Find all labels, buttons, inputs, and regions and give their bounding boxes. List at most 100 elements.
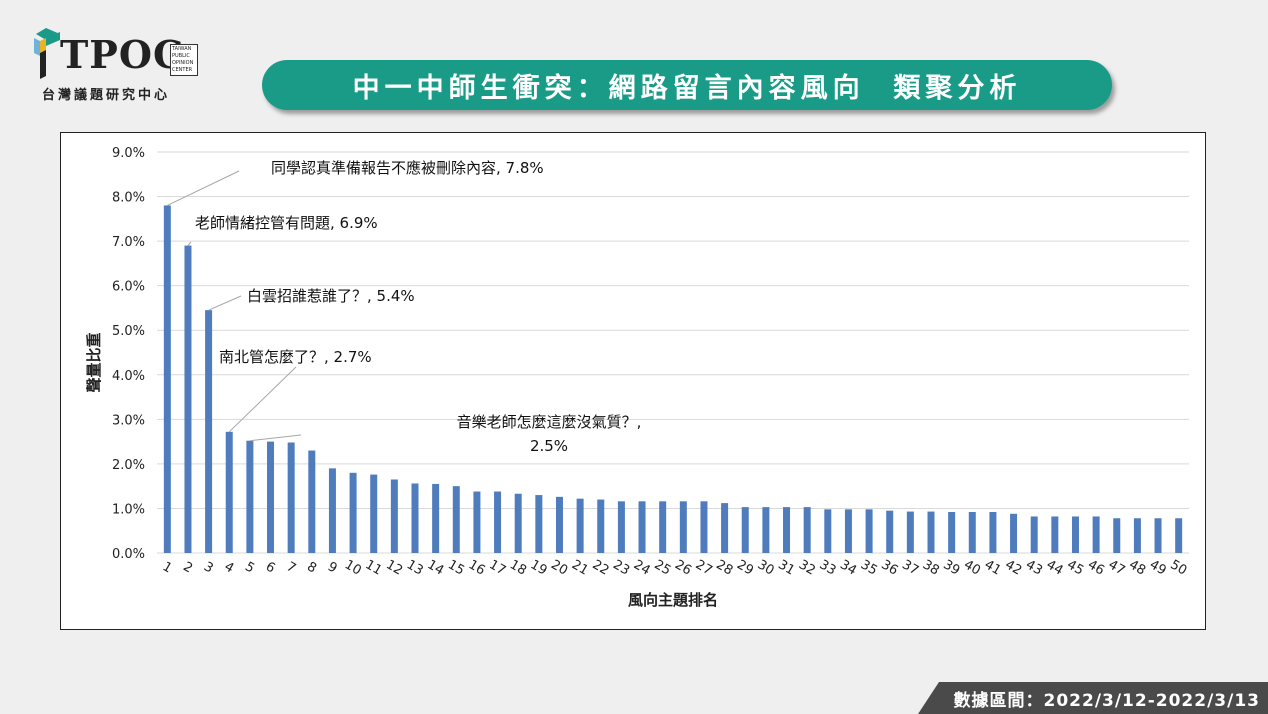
x-tick-label: 9 (325, 559, 340, 576)
bar (370, 474, 378, 553)
bar (762, 507, 770, 553)
annotation-label: 音樂老師怎麼這麼沒氣質？, (457, 413, 642, 431)
x-tick-label: 25 (652, 557, 674, 578)
bar (617, 501, 625, 553)
x-tick-label: 11 (363, 557, 385, 578)
bar (205, 310, 213, 553)
x-tick-label: 27 (693, 557, 715, 578)
x-tick-label: 7 (284, 559, 299, 576)
x-tick-label: 37 (899, 557, 921, 578)
x-tick-label: 45 (1064, 557, 1086, 578)
bar (721, 503, 729, 553)
bar (1051, 516, 1059, 553)
bar (1154, 518, 1162, 553)
bar (555, 496, 563, 553)
annotation-label: 白雲招誰惹誰了？, 5.4% (247, 287, 415, 305)
page-title: 中一中師生衝突：網路留言內容風向 類聚分析 (262, 60, 1112, 110)
bar (803, 507, 811, 553)
x-tick-label: 2 (180, 559, 195, 576)
x-tick-label: 47 (1106, 557, 1128, 578)
x-tick-label: 10 (342, 557, 364, 578)
bar (225, 431, 233, 553)
y-tick-label: 4.0% (112, 369, 145, 384)
x-tick-label: 29 (734, 557, 756, 578)
x-tick-label: 33 (817, 557, 839, 578)
x-tick-label: 24 (631, 557, 653, 578)
x-tick-label: 19 (528, 557, 550, 578)
bar (948, 512, 956, 553)
y-tick-label: 5.0% (112, 324, 145, 339)
logo-subtitle: 台灣議題研究中心 (42, 88, 171, 103)
y-tick-label: 2.0% (112, 458, 145, 473)
bar (679, 501, 687, 553)
x-tick-label: 39 (940, 557, 962, 578)
bar (452, 486, 460, 553)
bar (741, 507, 749, 553)
bar (473, 491, 481, 553)
x-tick-label: 26 (672, 557, 694, 578)
x-tick-label: 18 (507, 557, 529, 578)
bar (576, 498, 584, 553)
bar (1010, 513, 1018, 553)
bar (597, 499, 605, 553)
bar (494, 491, 502, 553)
logo-box: TAIWAN PUBLIC OPINION CENTER (170, 44, 198, 76)
logo-box-line: OPINION (172, 60, 194, 66)
x-axis-title: 風向主題排名 (628, 591, 718, 609)
x-tick-label: 43 (1023, 557, 1045, 578)
y-tick-label: 1.0% (112, 502, 145, 517)
x-tick-label: 6 (263, 559, 278, 576)
x-tick-label: 41 (982, 557, 1004, 578)
bar (927, 511, 935, 553)
x-tick-label: 15 (445, 557, 467, 578)
x-tick-label: 46 (1085, 557, 1107, 578)
chart-frame: 0.0% 1.0% 2.0% 3.0% 4.0% 5.0% 6.0% 7.0% 8.0% 9.0%… (60, 132, 1206, 630)
x-tick-label: 30 (755, 557, 777, 578)
bar (989, 512, 997, 553)
bar (1071, 516, 1079, 553)
bar (844, 509, 852, 553)
x-tick-label: 36 (879, 557, 901, 578)
x-tick-label: 32 (796, 557, 818, 578)
x-tick-label: 8 (304, 559, 319, 576)
annotation-label: 老師情緒控管有問題, 6.9% (195, 214, 378, 232)
bar (1133, 518, 1141, 553)
x-tick-label: 48 (1126, 557, 1148, 578)
bar (514, 493, 522, 553)
x-tick-label: 31 (775, 557, 797, 578)
y-tick-label: 3.0% (112, 413, 145, 428)
bar (267, 441, 275, 553)
bar (638, 501, 646, 553)
x-tick-label: 40 (961, 557, 983, 578)
y-tick-label: 7.0% (112, 235, 145, 250)
bar (287, 442, 295, 553)
x-tick-label: 12 (383, 557, 405, 578)
x-tick-label: 20 (548, 557, 570, 578)
x-tick-label: 3 (201, 559, 216, 576)
bar (349, 472, 357, 553)
x-tick-label: 13 (404, 557, 426, 578)
x-tick-label: 35 (858, 557, 880, 578)
x-tick-label: 38 (920, 557, 942, 578)
y-axis-title: 聲量比重 (85, 332, 103, 392)
tpoc-logo: TPOC TAIWAN PUBLIC OPINION CENTER 台灣議題研究… (30, 26, 205, 106)
x-tick-label: 34 (837, 557, 859, 578)
annotation-leader-line (208, 295, 242, 311)
y-tick-label: 9.0% (112, 146, 145, 161)
x-tick-label: 5 (242, 559, 257, 576)
bar (432, 483, 440, 553)
x-tick-label: 22 (590, 557, 612, 578)
bar (163, 205, 171, 553)
bar (328, 468, 336, 553)
y-tick-label: 0.0% (112, 547, 145, 562)
bar (308, 450, 316, 553)
x-tick-label: 49 (1147, 557, 1169, 578)
bar (1092, 516, 1100, 553)
bar (700, 501, 708, 553)
x-tick-label: 4 (222, 559, 237, 576)
bar (865, 509, 873, 553)
bar-chart: 0.0% 1.0% 2.0% 3.0% 4.0% 5.0% 6.0% 7.0% 8.0% 9.0%… (85, 146, 1189, 609)
bar (411, 483, 419, 553)
bar (906, 511, 914, 553)
y-tick-label: 6.0% (112, 280, 145, 295)
